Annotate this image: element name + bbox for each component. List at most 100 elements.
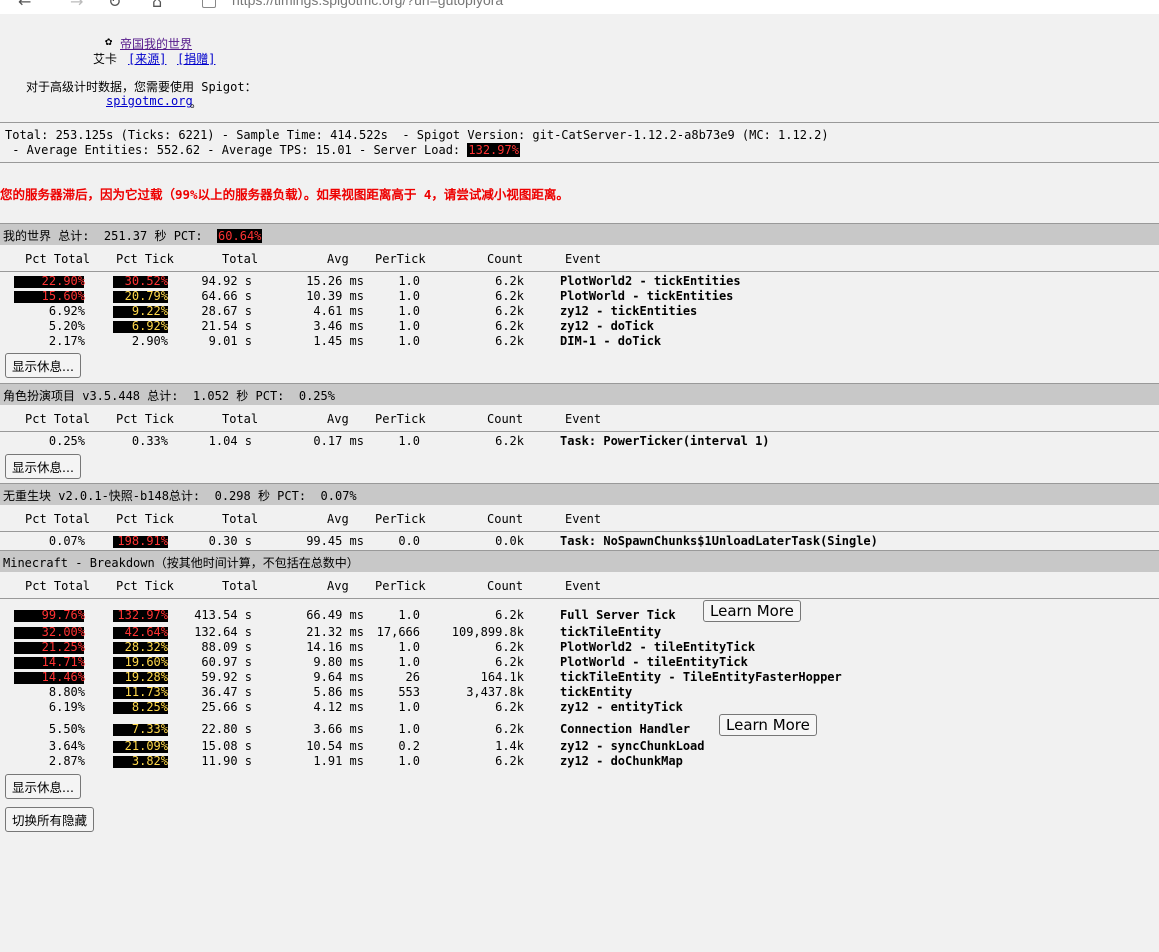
back-arrow-icon[interactable]: ← (18, 0, 31, 11)
column-header-avg: Avg (327, 252, 349, 266)
pertick-cell: 1.0 (398, 754, 420, 768)
learn-more-button[interactable]: Learn More (703, 600, 801, 622)
pertick-cell: 26 (405, 670, 420, 684)
pct-total-cell: 22.90% (41, 274, 85, 288)
avg-cell: 10.54 ms (306, 739, 364, 753)
address-text: https://timings.spigotmc.org/?url=gutopl… (232, 0, 504, 8)
total-cell: 22.80 s (201, 722, 252, 736)
section-header: 我的世界 总计: 251.37 秒 PCT: 60.64% (0, 223, 1159, 245)
pertick-cell: 1.0 (398, 319, 420, 333)
learn-more-button[interactable]: Learn More (719, 714, 817, 736)
count-cell: 109,899.8k (451, 625, 524, 639)
count-cell: 6.2k (495, 289, 524, 303)
server-load-value: 132.97% (467, 143, 520, 157)
pertick-cell: 1.0 (398, 700, 420, 714)
event-cell: tickTileEntity (560, 625, 662, 639)
show-rest-button[interactable]: 显示休息... (5, 353, 81, 378)
event-cell: Connection Handler (560, 722, 691, 736)
logo-icon: ✿ (105, 34, 113, 48)
author-prefix: 艾卡 (93, 52, 118, 66)
column-header-count: Count (487, 579, 524, 593)
pct-total-cell: 5.50% (48, 722, 85, 736)
donate-link[interactable]: [捐赠] (177, 50, 215, 67)
show-rest-button[interactable]: 显示休息... (5, 454, 81, 479)
total-cell: 413.54 s (194, 608, 252, 622)
event-cell: Task: PowerTicker(interval 1) (560, 434, 770, 448)
spigot-link[interactable]: spigotmc.org (106, 94, 193, 108)
pertick-cell: 1.0 (398, 722, 420, 736)
total-cell: 36.47 s (201, 685, 252, 699)
event-cell: zy12 - tickEntities (560, 304, 698, 318)
column-header-total: Total (222, 512, 259, 526)
event-cell: zy12 - syncChunkLoad (560, 739, 705, 753)
column-header-count: Count (487, 512, 524, 526)
pct-tick-cell: 198.91% (117, 534, 168, 548)
summary-line-2: - Average Entities: 552.62 - Average TPS… (5, 143, 520, 157)
home-icon[interactable]: ⌂ (152, 0, 162, 11)
source-link[interactable]: [来源] (128, 50, 166, 67)
toggle-all-hidden-button[interactable]: 切换所有隐藏 (5, 807, 95, 832)
column-header-avg: Avg (327, 579, 349, 593)
count-cell: 164.1k (480, 670, 524, 684)
pertick-cell: 1.0 (398, 655, 420, 669)
event-cell: PlotWorld2 - tickEntities (560, 274, 741, 288)
section-title-text: 我的世界 总计: 251.37 秒 PCT: (3, 229, 218, 243)
count-cell: 6.2k (495, 274, 524, 288)
column-header-pct-tick: Pct Tick (116, 252, 174, 266)
pct-total-cell: 0.25% (48, 434, 85, 448)
pct-tick-cell: 19.60% (124, 655, 168, 669)
event-cell: Task: NoSpawnChunks$1UnloadLaterTask(Sin… (560, 534, 878, 548)
spigot-suffix: 。 (190, 96, 203, 110)
event-cell: zy12 - doChunkMap (560, 754, 683, 768)
pct-tick-cell: 20.79% (124, 289, 168, 303)
total-cell: 59.92 s (201, 670, 252, 684)
table-header-divider (0, 531, 1159, 532)
pertick-cell: 1.0 (398, 608, 420, 622)
avg-cell: 10.39 ms (306, 289, 364, 303)
pertick-cell: 1.0 (398, 434, 420, 448)
pertick-cell: 0.0 (398, 534, 420, 548)
pct-tick-cell: 9.22% (131, 304, 168, 318)
section-header: 角色扮演项目 v3.5.448 总计: 1.052 秒 PCT: 0.25% (0, 383, 1159, 405)
reload-icon[interactable]: ↻ (108, 0, 121, 11)
pct-tick-cell: 2.90% (131, 334, 168, 348)
pct-tick-cell: 28.32% (124, 640, 168, 654)
avg-cell: 9.80 ms (313, 655, 364, 669)
count-cell: 6.2k (495, 434, 524, 448)
divider (0, 122, 1159, 123)
event-cell: PlotWorld2 - tileEntityTick (560, 640, 756, 654)
pct-tick-cell: 19.28% (124, 670, 168, 684)
column-header-total: Total (222, 579, 259, 593)
pct-tick-cell: 30.52% (124, 274, 168, 288)
avg-cell: 3.66 ms (313, 722, 364, 736)
table-header-divider (0, 431, 1159, 432)
pertick-cell: 1.0 (398, 274, 420, 288)
total-cell: 28.67 s (201, 304, 252, 318)
address-bar[interactable]: https://timings.spigotmc.org/?url=gutopl… (200, 0, 1159, 12)
avg-cell: 1.91 ms (313, 754, 364, 768)
count-cell: 6.2k (495, 655, 524, 669)
column-header-event: Event (565, 579, 602, 593)
section-title: Minecraft - Breakdown（按其他时间计算，不包括在总数中） (3, 554, 359, 571)
avg-cell: 4.61 ms (313, 304, 364, 318)
pertick-cell: 553 (398, 685, 420, 699)
overload-warning: 您的服务器滞后，因为它过载（99%以上的服务器负载）。如果视图距离高于 4，请尝… (0, 187, 569, 202)
section-title-text: Minecraft - Breakdown（按其他时间计算，不包括在总数中） (3, 556, 359, 570)
forward-arrow-icon[interactable]: → (70, 0, 83, 11)
page-info-icon (202, 0, 216, 8)
table-header-divider (0, 271, 1159, 272)
count-cell: 6.2k (495, 319, 524, 333)
pct-total-cell: 2.87% (48, 754, 85, 768)
pct-tick-cell: 132.97% (117, 608, 168, 622)
section-header: Minecraft - Breakdown（按其他时间计算，不包括在总数中） (0, 550, 1159, 572)
pct-total-cell: 99.76% (41, 608, 85, 622)
event-cell: zy12 - entityTick (560, 700, 683, 714)
count-cell: 0.0k (495, 534, 524, 548)
section-title-text: 无重生块 v2.0.1-快照-b148总计: 0.298 秒 PCT: 0.07… (3, 489, 357, 503)
show-rest-button[interactable]: 显示休息... (5, 774, 81, 799)
column-header-count: Count (487, 412, 524, 426)
count-cell: 6.2k (495, 640, 524, 654)
summary-line-1: Total: 253.125s (Ticks: 6221) - Sample T… (5, 128, 829, 142)
pct-total-cell: 8.80% (48, 685, 85, 699)
count-cell: 6.2k (495, 722, 524, 736)
